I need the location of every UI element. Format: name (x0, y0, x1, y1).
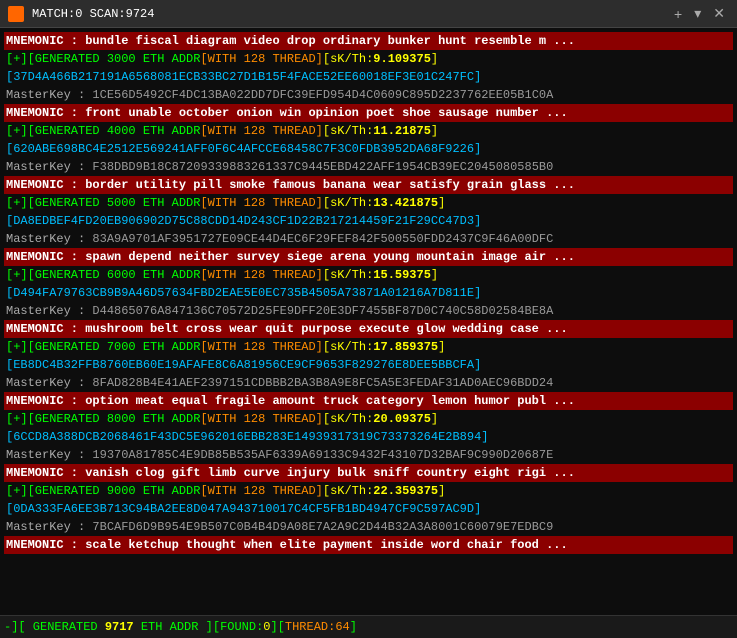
log-line-19: MasterKey : 8FAD828B4E41AEF2397151CDBBB2… (4, 374, 733, 392)
log-line-8: MNEMONIC : border utility pill smoke fam… (4, 176, 733, 194)
log-line-4: MNEMONIC : front unable october onion wi… (4, 104, 733, 122)
log-line-11: MasterKey : 83A9A9701AF3951727E09CE44D4E… (4, 230, 733, 248)
new-tab-button[interactable]: + (670, 5, 686, 22)
log-line-6: [620ABE698BC4E2512E569241AFF0F6C4AFCCE68… (4, 140, 733, 158)
log-line-3: MasterKey : 1CE56D5492CF4DC13BA022DD7DFC… (4, 86, 733, 104)
log-line-13: [+][GENERATED 6000 ETH ADDR[WITH 128 THR… (4, 266, 733, 284)
log-line-16: MNEMONIC : mushroom belt cross wear quit… (4, 320, 733, 338)
log-line-9: [+][GENERATED 5000 ETH ADDR[WITH 128 THR… (4, 194, 733, 212)
log-line-1: [+][GENERATED 3000 ETH ADDR[WITH 128 THR… (4, 50, 733, 68)
title-bar-controls: + ▾ ✕ (670, 5, 729, 22)
log-line-17: [+][GENERATED 7000 ETH ADDR[WITH 128 THR… (4, 338, 733, 356)
close-button[interactable]: ✕ (709, 5, 729, 22)
log-line-2: [37D4A466B217191A6568081ECB33BC27D1B15F4… (4, 68, 733, 86)
title-bar-text: MATCH:0 SCAN:9724 (32, 7, 662, 21)
log-line-27: MasterKey : 7BCAFD6D9B954E9B507C0B4B4D9A… (4, 518, 733, 536)
title-bar: MATCH:0 SCAN:9724 + ▾ ✕ (0, 0, 737, 28)
content-area: MNEMONIC : bundle fiscal diagram video d… (0, 28, 737, 615)
log-line-14: [D494FA79763CB9B9A46D57634FBD2EAE5E0EC73… (4, 284, 733, 302)
log-line-15: MasterKey : D44865076A847136C70572D25FE9… (4, 302, 733, 320)
app-icon (8, 6, 24, 22)
log-line-10: [DA8EDBEF4FD20EB906902D75C88CDD14D243CF1… (4, 212, 733, 230)
log-line-23: MasterKey : 19370A81785C4E9DB85B535AF633… (4, 446, 733, 464)
log-line-18: [EB8DC4B32FFB8760EB60E19AFAFE8C6A81956CE… (4, 356, 733, 374)
log-line-24: MNEMONIC : vanish clog gift limb curve i… (4, 464, 733, 482)
dropdown-button[interactable]: ▾ (690, 5, 705, 22)
log-line-0: MNEMONIC : bundle fiscal diagram video d… (4, 32, 733, 50)
log-line-21: [+][GENERATED 8000 ETH ADDR[WITH 128 THR… (4, 410, 733, 428)
log-line-5: [+][GENERATED 4000 ETH ADDR[WITH 128 THR… (4, 122, 733, 140)
log-line-26: [0DA333FA6EE3B713C94BA2EE8D047A943710017… (4, 500, 733, 518)
bottom-bar: -][ GENERATED 9717 ETH ADDR ][FOUND:0][T… (0, 615, 737, 638)
log-line-22: [6CCD8A388DCB2068461F43DC5E962016EBB283E… (4, 428, 733, 446)
log-line-28: MNEMONIC : scale ketchup thought when el… (4, 536, 733, 554)
log-line-7: MasterKey : F38DBD9B18C87209339883261337… (4, 158, 733, 176)
log-line-20: MNEMONIC : option meat equal fragile amo… (4, 392, 733, 410)
log-line-25: [+][GENERATED 9000 ETH ADDR[WITH 128 THR… (4, 482, 733, 500)
log-line-12: MNEMONIC : spawn depend neither survey s… (4, 248, 733, 266)
